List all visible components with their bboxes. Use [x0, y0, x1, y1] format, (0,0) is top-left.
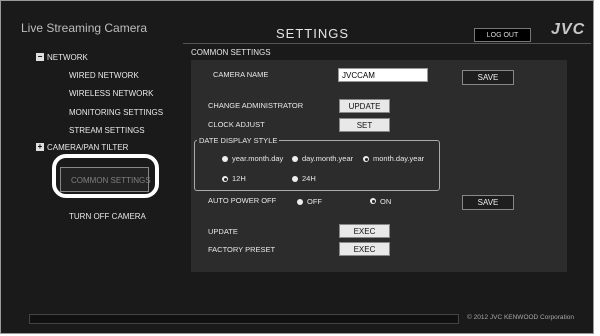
- highlight-ring: [52, 154, 159, 198]
- format-month-day-year-label: month.day.year: [373, 154, 425, 163]
- sidebar-camera-pan-tilter[interactable]: CAMERA/PAN TILTER: [47, 143, 128, 152]
- sidebar-network[interactable]: NETWORK: [47, 53, 88, 62]
- collapse-minus-icon[interactable]: −: [36, 53, 44, 61]
- status-bar: [29, 314, 459, 324]
- auto-power-save-button[interactable]: SAVE: [462, 195, 514, 210]
- camera-name-label: CAMERA NAME: [213, 70, 269, 79]
- radio-24h[interactable]: [292, 176, 298, 182]
- camera-name-save-button[interactable]: SAVE: [462, 70, 514, 85]
- hour-24h-label: 24H: [302, 174, 316, 183]
- date-display-fieldset: [194, 140, 440, 191]
- radio-year-month-day[interactable]: [222, 156, 228, 162]
- factory-preset-exec-button[interactable]: EXEC: [339, 242, 390, 256]
- sidebar-item-turn-off-camera[interactable]: TURN OFF CAMERA: [69, 212, 146, 221]
- header-divider: [183, 43, 591, 44]
- clock-adjust-label: CLOCK ADJUST: [208, 120, 265, 129]
- update-exec-button[interactable]: EXEC: [339, 224, 390, 238]
- date-display-legend: DATE DISPLAY STYLE: [197, 136, 280, 145]
- radio-12h[interactable]: [222, 176, 228, 182]
- logout-button[interactable]: LOG OUT: [474, 28, 531, 42]
- sidebar-item-monitoring-settings[interactable]: MONITORING SETTINGS: [69, 108, 163, 117]
- sidebar-item-stream-settings[interactable]: STREAM SETTINGS: [69, 126, 145, 135]
- page-title: SETTINGS: [276, 26, 350, 41]
- radio-power-on[interactable]: [370, 198, 376, 204]
- format-day-month-year-label: day.month.year: [302, 154, 354, 163]
- radio-day-month-year[interactable]: [292, 156, 298, 162]
- power-off-option-label: OFF: [307, 197, 322, 206]
- power-on-option-label: ON: [380, 197, 392, 206]
- set-clock-button[interactable]: SET: [339, 118, 390, 132]
- factory-preset-label: FACTORY PRESET: [208, 245, 276, 254]
- update-label: UPDATE: [208, 227, 238, 236]
- sidebar-item-wired-network[interactable]: WIRED NETWORK: [69, 71, 139, 80]
- update-admin-button[interactable]: UPDATE: [339, 99, 390, 113]
- sidebar-item-wireless-network[interactable]: WIRELESS NETWORK: [69, 89, 153, 98]
- format-year-month-day-label: year.month.day: [232, 154, 284, 163]
- hour-12h-label: 12H: [232, 174, 246, 183]
- brand-logo: JVC: [551, 21, 586, 38]
- app-window: Live Streaming Camera SETTINGS LOG OUT J…: [0, 0, 594, 334]
- camera-name-input[interactable]: [338, 68, 428, 82]
- copyright-text: © 2012 JVC KENWOOD Corporation: [467, 314, 575, 321]
- change-administrator-label: CHANGE ADMINISTRATOR: [208, 101, 304, 110]
- radio-month-day-year[interactable]: [363, 156, 369, 162]
- expand-plus-icon[interactable]: +: [36, 143, 44, 151]
- section-title: COMMON SETTINGS: [191, 48, 271, 57]
- auto-power-off-label: AUTO POWER OFF: [208, 196, 277, 205]
- app-title: Live Streaming Camera: [21, 21, 148, 35]
- radio-power-off[interactable]: [297, 199, 303, 205]
